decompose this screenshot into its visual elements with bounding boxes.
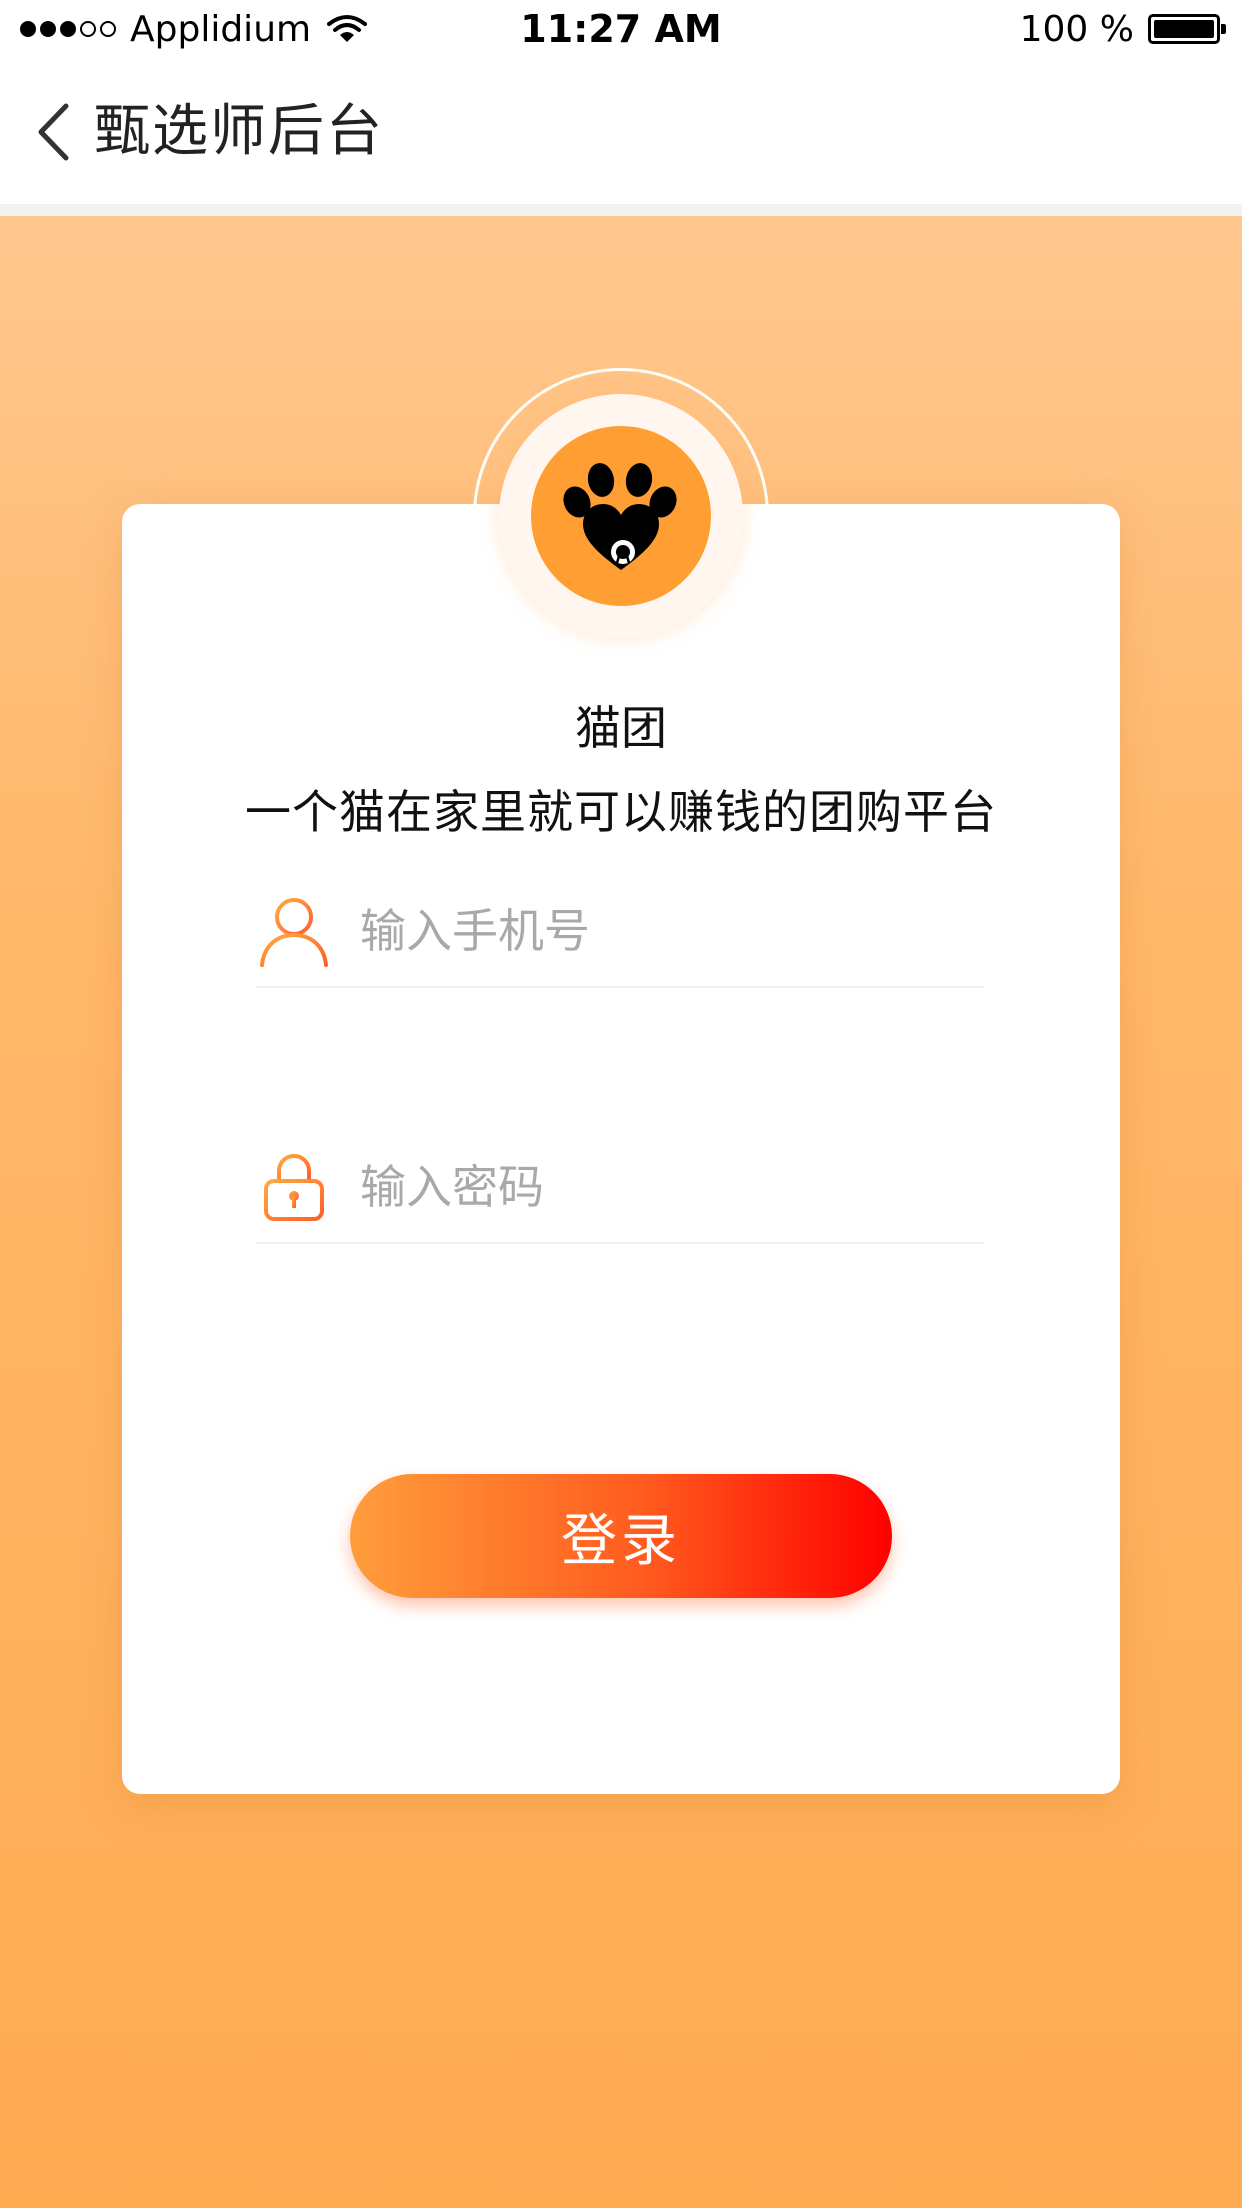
app-tagline: 一个猫在家里就可以赚钱的团购平台 [245, 785, 997, 839]
user-icon [256, 893, 332, 969]
password-field [256, 1132, 984, 1244]
lock-icon [256, 1149, 332, 1225]
status-right: 100 % [1019, 6, 1226, 52]
paw-heart-icon [563, 463, 677, 570]
phone-input[interactable] [360, 904, 960, 958]
login-button[interactable]: 登录 [350, 1474, 892, 1598]
brand-logo [531, 426, 711, 606]
app-name: 猫团 [575, 701, 667, 755]
header-divider [0, 204, 1242, 216]
status-bar: Applidium 11:27 AM 100 % [0, 0, 1242, 60]
battery-percentage: 100 % [1019, 8, 1134, 50]
password-input[interactable] [360, 1160, 960, 1214]
phone-field [256, 876, 984, 988]
page-title: 甄选师后台 [94, 99, 384, 164]
chevron-left-icon [38, 103, 69, 161]
back-button[interactable] [30, 96, 76, 168]
battery-icon [1148, 14, 1226, 44]
nav-bar: 甄选师后台 [0, 60, 1242, 212]
